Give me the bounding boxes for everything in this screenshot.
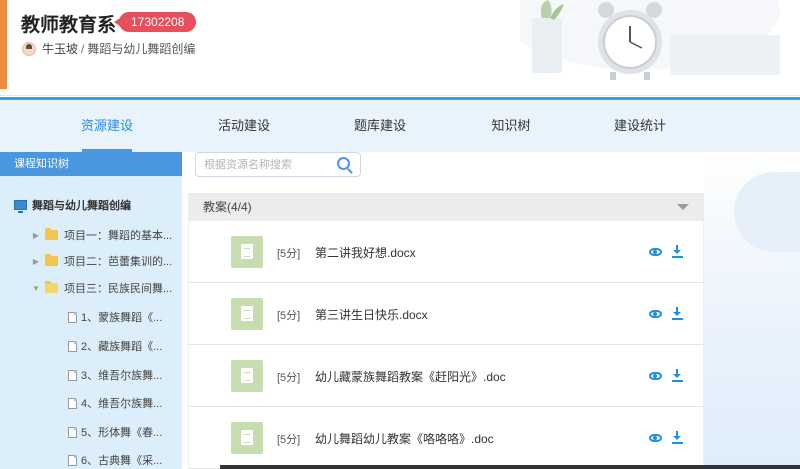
monitor-icon — [14, 200, 27, 213]
tab-statistics[interactable]: 建设统计 — [604, 100, 676, 152]
chevron-down-icon[interactable] — [677, 204, 689, 210]
document-icon — [68, 454, 77, 466]
file-name[interactable]: 第二讲我好想.docx — [315, 244, 416, 261]
tree-item-label: 6、古典舞《采... — [81, 455, 163, 467]
tree-item-project-3[interactable]: ▼ 项目三：民族民间舞... — [31, 278, 172, 298]
tree-item-label: 项目三：民族民间舞... — [64, 283, 173, 295]
teacher-name: 牛玉坡 — [42, 42, 79, 56]
caret-right-icon[interactable]: ▶ — [31, 231, 41, 240]
tree-item-doc[interactable]: 3、维吾尔族舞... — [68, 365, 162, 385]
eye-icon[interactable] — [649, 372, 662, 380]
file-document-icon — [231, 236, 263, 268]
bottom-edge — [220, 465, 800, 469]
tree-root-label: 舞蹈与幼儿舞蹈创编 — [32, 200, 131, 212]
main-nav: 资源建设 活动建设 题库建设 知识树 建设统计 — [0, 97, 800, 152]
course-code-badge: 17302208 — [113, 12, 197, 32]
lesson-plan-section-header[interactable]: 教案(4/4) — [188, 193, 704, 221]
department-title: 教师教育系 — [21, 15, 117, 36]
download-icon[interactable] — [672, 307, 683, 320]
download-icon[interactable] — [672, 369, 683, 382]
tree-item-doc[interactable]: 1、蒙族舞蹈《... — [68, 307, 162, 327]
section-title: 教案(4/4) — [203, 200, 252, 214]
caret-right-icon[interactable]: ▶ — [31, 257, 41, 266]
tree-item-doc[interactable]: 5、形体舞《春... — [68, 422, 162, 442]
document-icon — [68, 369, 77, 381]
tree-item-label: 3、维吾尔族舞... — [81, 370, 163, 382]
tab-knowledge-tree[interactable]: 知识树 — [482, 100, 540, 152]
file-name[interactable]: 幼儿藏蒙族舞蹈教案《赶阳光》.doc — [315, 368, 506, 385]
search-input[interactable] — [204, 153, 334, 176]
list-item: [5分] 幼儿藏蒙族舞蹈教案《赶阳光》.doc — [189, 345, 703, 407]
knowledge-tree-panel: 课程知识树 舞蹈与幼儿舞蹈创编 ▶ 项目一：舞蹈的基本... ▶ 项目二：芭蕾集… — [0, 152, 182, 469]
document-icon — [68, 397, 77, 409]
file-name[interactable]: 幼儿舞蹈幼儿教案《咯咯咯》.doc — [315, 430, 494, 447]
search-icon[interactable] — [337, 157, 350, 170]
eye-icon[interactable] — [649, 248, 662, 256]
tree-item-project-1[interactable]: ▶ 项目一：舞蹈的基本... — [31, 225, 172, 245]
file-score: [5分] — [277, 372, 301, 384]
caret-down-icon[interactable]: ▼ — [31, 284, 41, 293]
list-item: [5分] 第三讲生日快乐.docx — [189, 283, 703, 345]
list-item: [5分] 幼儿舞蹈幼儿教案《咯咯咯》.doc — [189, 407, 703, 469]
download-icon[interactable] — [672, 431, 683, 444]
tree-heading: 课程知识树 — [0, 152, 182, 176]
header-accent-bar — [0, 0, 7, 89]
file-name[interactable]: 第三讲生日快乐.docx — [315, 306, 428, 323]
tree-root[interactable]: 舞蹈与幼儿舞蹈创编 — [14, 197, 131, 213]
list-item: [5分] 第二讲我好想.docx — [189, 221, 703, 283]
eye-icon[interactable] — [649, 434, 662, 442]
tree-item-doc[interactable]: 4、维吾尔族舞... — [68, 393, 162, 413]
tree-item-label: 项目二：芭蕾集训的... — [64, 256, 173, 268]
alarm-clock-illustration — [520, 0, 800, 90]
avatar — [22, 41, 36, 56]
download-icon[interactable] — [672, 245, 683, 258]
file-document-icon — [231, 298, 263, 330]
tree-item-label: 项目一：舞蹈的基本... — [64, 230, 173, 242]
file-list: [5分] 第二讲我好想.docx [5分] 第三讲生日快乐.docx [5分] … — [188, 221, 704, 469]
document-icon — [68, 311, 77, 323]
file-document-icon — [231, 422, 263, 454]
tree-item-label: 1、蒙族舞蹈《... — [81, 312, 163, 324]
tree-item-project-2[interactable]: ▶ 项目二：芭蕾集训的... — [31, 251, 172, 271]
breadcrumb-separator: / — [81, 41, 85, 56]
teacher-course-line: 牛玉坡 / 舞蹈与幼儿舞蹈创编 — [22, 40, 195, 57]
eye-icon[interactable] — [649, 310, 662, 318]
tab-activity-building[interactable]: 活动建设 — [208, 100, 280, 152]
tab-question-bank[interactable]: 题库建设 — [344, 100, 416, 152]
document-icon — [68, 340, 77, 352]
search-box — [195, 152, 361, 177]
document-icon — [68, 426, 77, 438]
page-header: 教师教育系 17302208 牛玉坡 / 舞蹈与幼儿舞蹈创编 — [0, 0, 800, 96]
decorative-background — [704, 152, 800, 469]
course-name: 舞蹈与幼儿舞蹈创编 — [87, 42, 196, 56]
folder-open-icon — [45, 281, 58, 293]
file-score: [5分] — [277, 248, 301, 260]
tree-item-label: 5、形体舞《春... — [81, 427, 163, 439]
tree-item-doc[interactable]: 2、藏族舞蹈《... — [68, 336, 162, 356]
tab-resource-building[interactable]: 资源建设 — [72, 100, 142, 152]
file-score: [5分] — [277, 310, 301, 322]
tree-item-label: 2、藏族舞蹈《... — [81, 341, 163, 353]
folder-icon — [45, 228, 58, 240]
folder-icon — [45, 254, 58, 266]
file-score: [5分] — [277, 434, 301, 446]
tree-item-doc[interactable]: 6、古典舞《采... — [68, 450, 162, 469]
tree-item-label: 4、维吾尔族舞... — [81, 398, 163, 410]
file-document-icon — [231, 360, 263, 392]
